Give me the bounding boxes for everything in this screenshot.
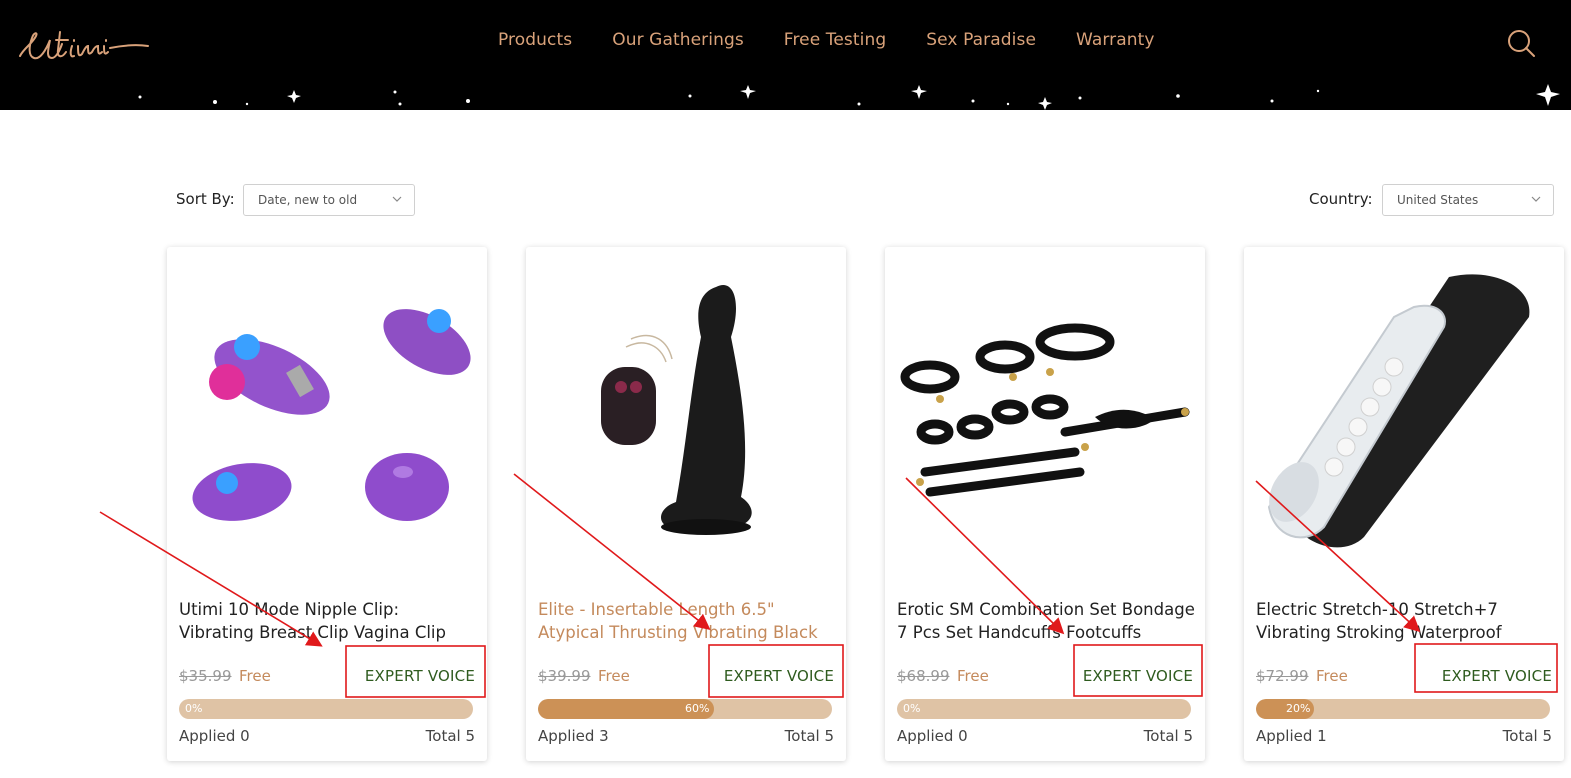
product-image[interactable]: [526, 247, 846, 587]
product-card[interactable]: Erotic SM Combination Set Bondage 7 Pcs …: [885, 247, 1205, 761]
sort-select-value: Date, new to old: [258, 193, 358, 207]
progress-percent: 0%: [185, 702, 203, 715]
search-icon[interactable]: [1506, 28, 1536, 58]
sort-select[interactable]: Date, new to old: [243, 184, 415, 216]
product-title[interactable]: Utimi 10 Mode Nipple Clip: Vibrating Bre…: [179, 598, 479, 644]
expert-voice-badge[interactable]: EXPERT VOICE: [724, 667, 834, 685]
free-label: Free: [1316, 667, 1348, 685]
nav-sex-paradise[interactable]: Sex Paradise: [926, 30, 1036, 50]
product-title[interactable]: Elite - Insertable Length 6.5" Atypical …: [538, 598, 838, 644]
total-count: Total 5: [1143, 727, 1193, 745]
free-label: Free: [957, 667, 989, 685]
nav-products[interactable]: Products: [498, 30, 572, 50]
country-select-value: United States: [1397, 193, 1479, 207]
chevron-down-icon: [392, 196, 402, 202]
free-label: Free: [239, 667, 271, 685]
progress-percent: 0%: [903, 702, 921, 715]
nav-free-testing[interactable]: Free Testing: [784, 30, 886, 50]
applied-count: Applied 0: [179, 727, 250, 745]
original-price: $68.99: [897, 667, 950, 685]
main-nav: Products Our Gatherings Free Testing Sex…: [498, 30, 1195, 50]
utimi-logo[interactable]: [16, 20, 152, 68]
sort-by-label: Sort By:: [176, 190, 235, 208]
applied-count: Applied 0: [897, 727, 968, 745]
product-image[interactable]: [885, 247, 1205, 587]
original-price: $72.99: [1256, 667, 1309, 685]
product-image[interactable]: [167, 247, 487, 587]
application-progress-bar: 0%: [897, 699, 1191, 719]
product-image[interactable]: [1244, 247, 1564, 587]
progress-percent: 20%: [1286, 702, 1311, 715]
application-progress-bar: 60%: [538, 699, 832, 719]
original-price: $39.99: [538, 667, 591, 685]
application-progress-bar: 20%: [1256, 699, 1550, 719]
expert-voice-badge[interactable]: EXPERT VOICE: [1442, 667, 1552, 685]
country-select[interactable]: United States: [1382, 184, 1554, 216]
product-title[interactable]: Electric Stretch-10 Stretch+7 Vibrating …: [1256, 598, 1556, 644]
product-card[interactable]: Electric Stretch-10 Stretch+7 Vibrating …: [1244, 247, 1564, 761]
product-title[interactable]: Erotic SM Combination Set Bondage 7 Pcs …: [897, 598, 1197, 644]
chevron-down-icon: [1531, 196, 1541, 202]
expert-voice-badge[interactable]: EXPERT VOICE: [365, 667, 475, 685]
nav-our-gatherings[interactable]: Our Gatherings: [612, 30, 744, 50]
total-count: Total 5: [1502, 727, 1552, 745]
nav-warranty[interactable]: Warranty: [1076, 30, 1155, 50]
total-count: Total 5: [425, 727, 475, 745]
applied-count: Applied 3: [538, 727, 609, 745]
original-price: $35.99: [179, 667, 232, 685]
country-label: Country:: [1309, 190, 1373, 208]
site-header: Products Our Gatherings Free Testing Sex…: [0, 0, 1571, 110]
expert-voice-badge[interactable]: EXPERT VOICE: [1083, 667, 1193, 685]
product-card[interactable]: Elite - Insertable Length 6.5" Atypical …: [526, 247, 846, 761]
product-card[interactable]: Utimi 10 Mode Nipple Clip: Vibrating Bre…: [167, 247, 487, 761]
applied-count: Applied 1: [1256, 727, 1327, 745]
total-count: Total 5: [784, 727, 834, 745]
application-progress-bar: 0%: [179, 699, 473, 719]
starry-background: [138, 84, 1560, 110]
progress-percent: 60%: [685, 702, 710, 715]
free-label: Free: [598, 667, 630, 685]
